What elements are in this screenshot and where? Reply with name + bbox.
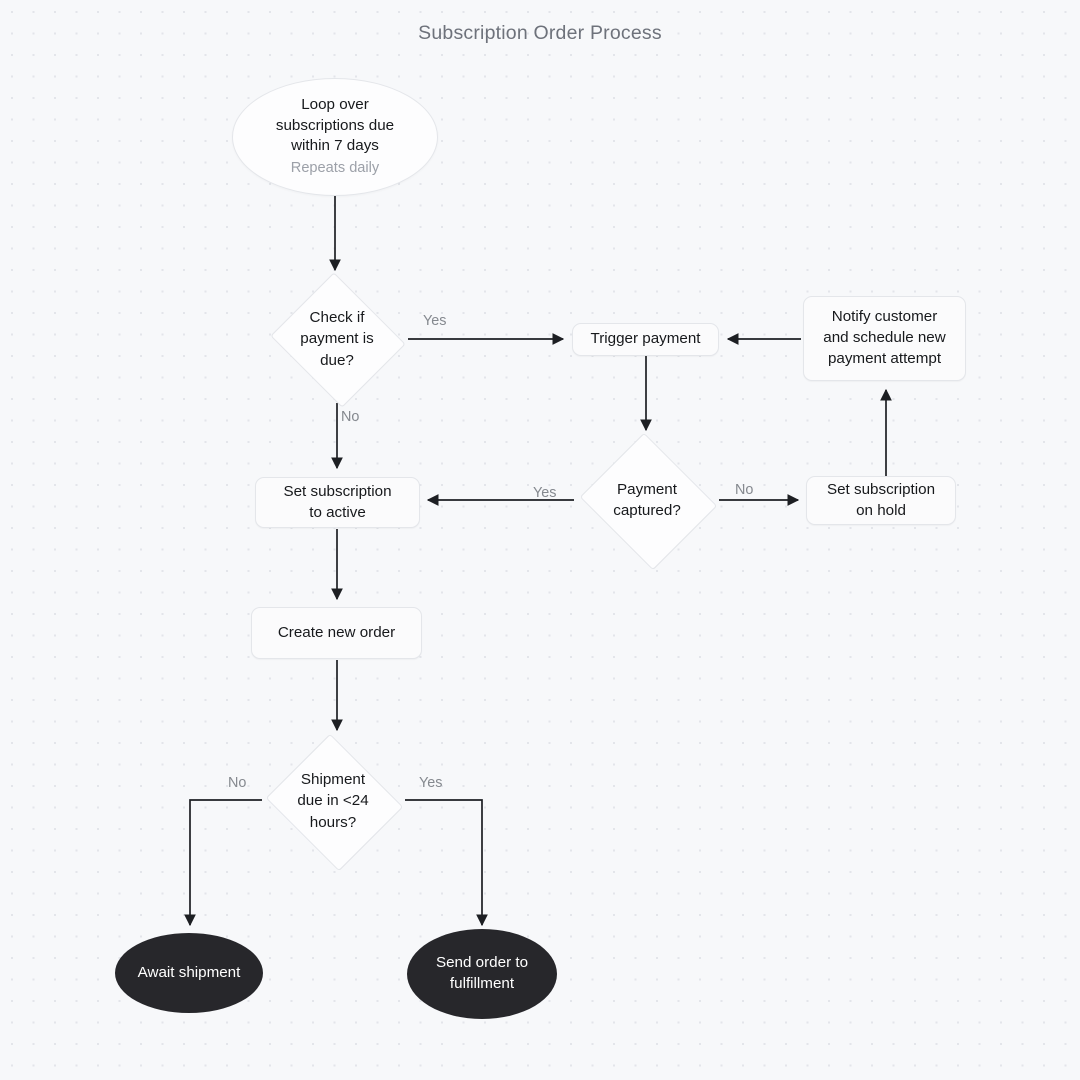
node-label-line-2: on hold [856,501,906,519]
node-await-shipment[interactable]: Await shipment [115,933,263,1013]
edge-label-shipment-yes: Yes [419,775,443,791]
node-loop-over-subscriptions[interactable]: Loop over subscriptions due within 7 day… [232,78,438,196]
node-label-line-1: Send order to [435,954,529,972]
node-check-payment-due[interactable]: Check if payment is due? [267,272,407,408]
node-set-subscription-to-active[interactable]: Set subscription to active [255,477,420,528]
edge-layer [184,196,892,927]
node-label-line-2: due in <24 [297,792,369,810]
node-payment-captured[interactable]: Payment captured? [575,432,719,570]
node-label: Create new order [277,623,396,641]
edge-label-captured-no: No [735,482,754,498]
node-label: Payment captured? [575,437,719,563]
node-label-line-1: Notify customer [831,308,938,326]
node-label: Await shipment [137,963,241,981]
edge-shipment-to-await [184,799,262,927]
edge-label-check-yes: Yes [423,313,447,329]
page-title: Subscription Order Process [418,22,662,44]
node-shipment-due[interactable]: Shipment due in <24 hours? [261,733,405,871]
node-label-line-2: and schedule new [823,329,946,347]
node-label-line-3: hours? [309,813,357,831]
node-label-line-2: to active [309,503,366,521]
node-set-subscription-on-hold[interactable]: Set subscription on hold [806,476,956,525]
edge-label-check-no: No [341,409,360,425]
node-label-line-3: payment attempt [827,349,942,367]
node-create-new-order[interactable]: Create new order [251,607,422,659]
node-label-line-1: Set subscription [826,480,936,498]
node-label-line-2: subscriptions due [275,116,395,134]
node-label-line-1: Set subscription [283,482,392,500]
node-label-line-2: fulfillment [449,975,515,992]
node-label: Shipment due in <24 hours? [261,738,405,864]
node-label-line-2: captured? [613,502,681,519]
flowchart-canvas: Subscription Order Process Yes No Yes No… [0,0,1080,1080]
edge-label-captured-yes: Yes [533,485,557,501]
node-notify-customer[interactable]: Notify customer and schedule new payment… [803,296,966,381]
node-send-order-to-fulfillment[interactable]: Send order to fulfillment [407,929,557,1019]
node-label-line-1: Check if [309,309,365,327]
node-label-line-2: payment is [300,330,374,348]
node-label-line-1: Shipment [300,771,366,789]
node-label-line-1: Loop over [301,96,369,114]
edge-label-shipment-no: No [228,775,247,791]
node-label-line-3: due? [320,351,354,369]
node-trigger-payment[interactable]: Trigger payment [572,323,719,356]
node-label-line-3: within 7 days [291,137,379,155]
node-label-line-1: Payment [617,480,677,498]
edge-shipment-to-fulfillment [405,799,488,927]
node-label: Check if payment is due? [267,277,407,401]
node-sublabel-repeats-daily: Repeats daily [290,160,380,177]
node-label: Trigger payment [590,330,701,348]
